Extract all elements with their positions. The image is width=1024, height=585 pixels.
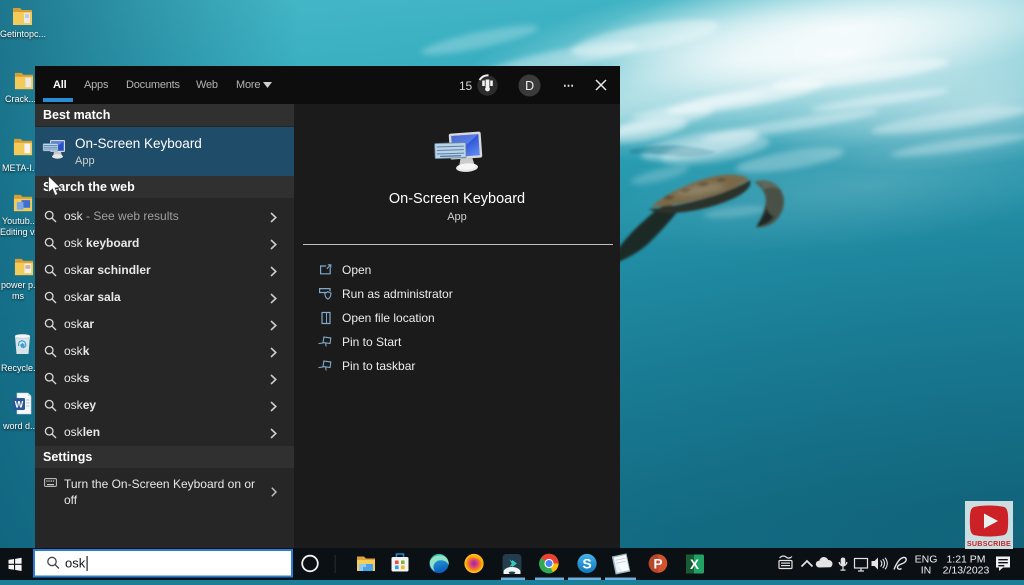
svg-text:D: D xyxy=(525,79,534,93)
svg-text:2/13/2023: 2/13/2023 xyxy=(943,565,990,577)
svg-text:X: X xyxy=(690,557,699,572)
svg-text:osk: osk xyxy=(65,556,86,571)
svg-text:S: S xyxy=(582,556,591,572)
svg-text:P: P xyxy=(653,557,662,572)
svg-text:W: W xyxy=(15,400,24,410)
svg-text:SUBSCRIBE: SUBSCRIBE xyxy=(967,539,1011,548)
svg-text:IN: IN xyxy=(921,565,932,577)
